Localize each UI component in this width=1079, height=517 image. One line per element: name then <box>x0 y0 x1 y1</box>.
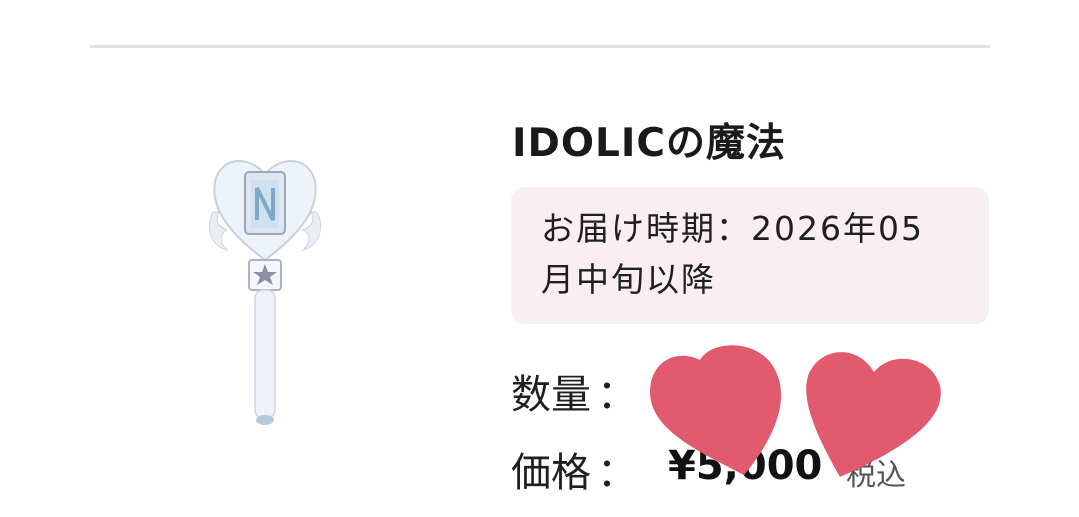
quantity-separator: ： <box>597 372 637 418</box>
delivery-text: お届け時期：2026年05月中旬以降 <box>541 209 924 299</box>
top-divider <box>90 45 990 48</box>
price-label: 価格 <box>511 450 591 496</box>
heart-sticker-right-icon <box>806 352 941 477</box>
price-row: 価格： <box>511 440 637 498</box>
penlight-icon <box>209 160 321 425</box>
quantity-row: 数量： <box>511 362 637 420</box>
price-separator: ： <box>597 450 637 496</box>
delivery-info-box: お届け時期：2026年05月中旬以降 <box>511 187 989 324</box>
product-title: IDOLICの魔法 <box>512 121 787 166</box>
heart-sticker-left-icon <box>650 345 782 475</box>
quantity-label: 数量 <box>511 372 591 418</box>
